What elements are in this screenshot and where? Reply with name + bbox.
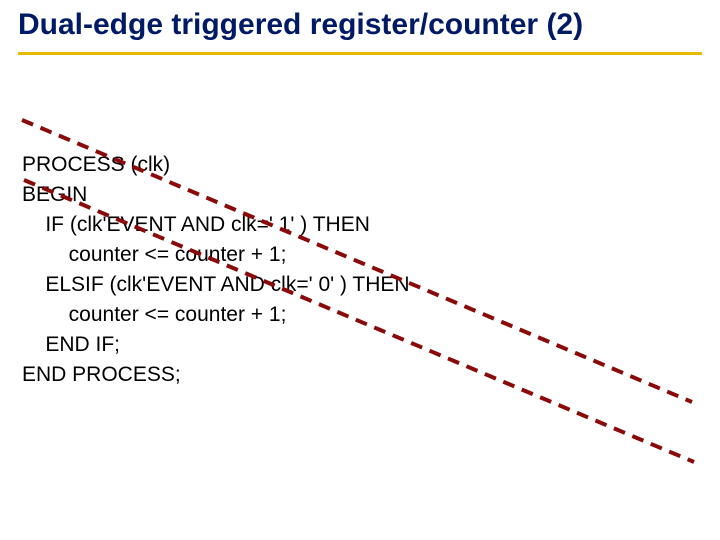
slide: Dual-edge triggered register/counter (2)… [0,0,720,540]
code-line-5: ELSIF (clk'EVENT AND clk=' 0' ) THEN [22,273,410,296]
code-line-7: END IF; [22,333,120,356]
code-line-8: END PROCESS; [22,363,181,386]
code-block: PROCESS (clk) BEGIN IF (clk'EVENT AND cl… [22,120,410,390]
code-line-2: BEGIN [22,183,87,206]
slide-title: Dual-edge triggered register/counter (2) [18,8,702,42]
code-line-4: counter <= counter + 1; [22,243,286,266]
title-underline [18,52,702,55]
code-line-6: counter <= counter + 1; [22,303,286,326]
code-line-3: IF (clk'EVENT AND clk=' 1' ) THEN [22,213,370,236]
code-line-1: PROCESS (clk) [22,153,170,176]
